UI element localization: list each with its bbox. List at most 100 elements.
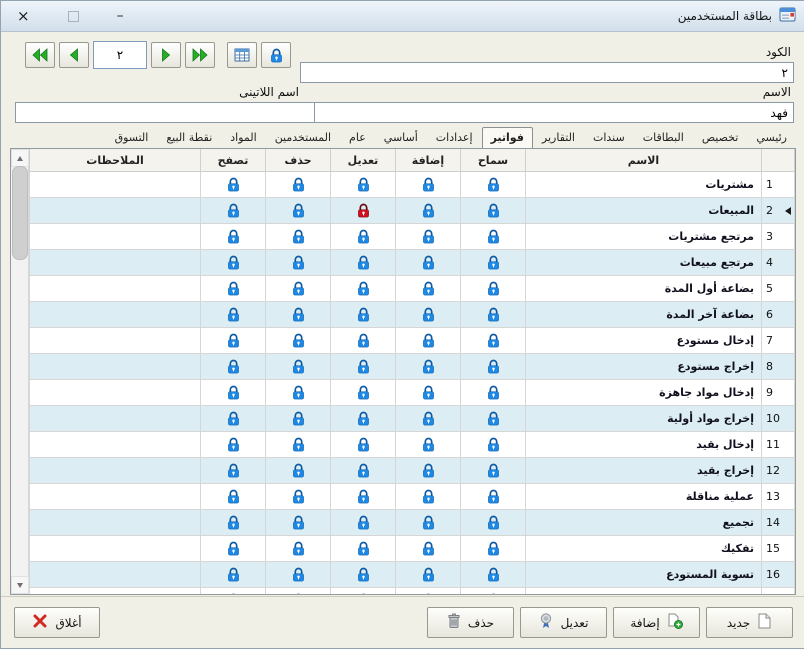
add-permission-cell[interactable]	[395, 223, 461, 250]
add-permission-cell[interactable]	[395, 535, 461, 562]
row-name-cell[interactable]: عملية مناقلة	[525, 483, 762, 510]
browse-permission-cell[interactable]	[200, 223, 266, 250]
delete-permission-cell[interactable]	[265, 353, 331, 380]
edit-permission-cell[interactable]	[330, 457, 396, 484]
delete-permission-cell[interactable]	[265, 171, 331, 198]
row-name-cell[interactable]: المبيعات	[525, 197, 762, 224]
edit-permission-cell[interactable]	[330, 405, 396, 432]
row-name-cell[interactable]: إدخال مواد جاهزة	[525, 379, 762, 406]
browse-permission-cell[interactable]	[200, 405, 266, 432]
table-row[interactable]: 6 بضاعة آخر المدة	[29, 301, 795, 328]
notes-cell[interactable]	[29, 561, 201, 588]
notes-cell[interactable]	[29, 197, 201, 224]
add-permission-cell[interactable]	[395, 483, 461, 510]
delete-permission-cell[interactable]	[265, 431, 331, 458]
add-permission-cell[interactable]	[395, 405, 461, 432]
tab-vouchers[interactable]: سندات	[584, 127, 634, 148]
minimize-window-button[interactable]: –	[117, 9, 124, 23]
notes-cell[interactable]	[29, 509, 201, 536]
edit-permission-cell[interactable]	[330, 431, 396, 458]
delete-permission-cell[interactable]	[265, 457, 331, 484]
browse-permission-cell[interactable]	[200, 171, 266, 198]
notes-cell[interactable]	[29, 587, 201, 594]
browse-permission-cell[interactable]	[200, 509, 266, 536]
edit-permission-cell[interactable]	[330, 171, 396, 198]
table-row[interactable]: 5 بضاعة أول المدة	[29, 275, 795, 302]
table-row[interactable]: 13 عملية مناقلة	[29, 483, 795, 510]
table-row[interactable]: 12 إخراج بقيد	[29, 457, 795, 484]
edit-permission-cell[interactable]	[330, 587, 396, 594]
table-row[interactable]: 2 المبيعات	[29, 197, 795, 224]
row-name-cell[interactable]: مشتريات	[525, 171, 762, 198]
row-number-cell[interactable]: 1	[761, 171, 795, 198]
add-permission-cell[interactable]	[395, 301, 461, 328]
notes-cell[interactable]	[29, 249, 201, 276]
edit-permission-cell[interactable]	[330, 301, 396, 328]
browse-permission-cell[interactable]	[200, 587, 266, 594]
delete-permission-cell[interactable]	[265, 275, 331, 302]
tab-reports[interactable]: التقارير	[533, 127, 584, 148]
delete-permission-cell[interactable]	[265, 483, 331, 510]
scroll-down-button[interactable]	[11, 576, 29, 594]
add-permission-cell[interactable]	[395, 431, 461, 458]
name-field[interactable]	[300, 102, 794, 123]
last-record-button[interactable]	[185, 42, 215, 68]
add-permission-cell[interactable]	[395, 587, 461, 594]
edit-permission-cell[interactable]	[330, 223, 396, 250]
browse-permission-cell[interactable]	[200, 457, 266, 484]
delete-permission-cell[interactable]	[265, 405, 331, 432]
row-name-cell[interactable]: إخراج بقيد	[525, 457, 762, 484]
edit-permission-cell[interactable]	[330, 249, 396, 276]
row-number-cell[interactable]: 13	[761, 483, 795, 510]
browse-permission-cell[interactable]	[200, 197, 266, 224]
edit-permission-cell[interactable]	[330, 509, 396, 536]
maximize-window-button[interactable]	[67, 10, 79, 22]
allow-permission-cell[interactable]	[460, 535, 526, 562]
browse-permission-cell[interactable]	[200, 353, 266, 380]
row-number-cell[interactable]: 2	[761, 197, 795, 224]
browse-permission-cell[interactable]	[200, 249, 266, 276]
notes-cell[interactable]	[29, 431, 201, 458]
allow-permission-cell[interactable]	[460, 275, 526, 302]
tab-main[interactable]: رئيسي	[747, 127, 796, 148]
row-number-cell[interactable]: 9	[761, 379, 795, 406]
tab-cards[interactable]: البطاقات	[634, 127, 693, 148]
table-row[interactable]: 16 تسوية المستودع	[29, 561, 795, 588]
row-number-cell[interactable]: 10	[761, 405, 795, 432]
add-permission-cell[interactable]	[395, 509, 461, 536]
add-permission-cell[interactable]	[395, 379, 461, 406]
allow-permission-cell[interactable]	[460, 405, 526, 432]
latin-name-field[interactable]	[15, 102, 315, 123]
row-number-cell[interactable]: 12	[761, 457, 795, 484]
browse-permission-cell[interactable]	[200, 301, 266, 328]
allow-permission-cell[interactable]	[460, 457, 526, 484]
allow-permission-cell[interactable]	[460, 561, 526, 588]
delete-permission-cell[interactable]	[265, 223, 331, 250]
edit-permission-cell[interactable]	[330, 275, 396, 302]
row-name-cell[interactable]: تجميع	[525, 509, 762, 536]
tab-settings[interactable]: إعدادات	[427, 127, 482, 148]
table-row[interactable]: 4 مرتجع مبيعات	[29, 249, 795, 276]
scrollbar-thumb[interactable]	[12, 166, 28, 260]
add-permission-cell[interactable]	[395, 249, 461, 276]
new-button[interactable]: جديد	[706, 607, 793, 638]
table-row[interactable]: 9 إدخال مواد جاهزة	[29, 379, 795, 406]
notes-cell[interactable]	[29, 483, 201, 510]
browse-permission-cell[interactable]	[200, 327, 266, 354]
allow-permission-cell[interactable]	[460, 353, 526, 380]
add-permission-cell[interactable]	[395, 457, 461, 484]
row-name-cell[interactable]: مرتجع مشتريات	[525, 223, 762, 250]
close-window-button[interactable]: ×	[17, 8, 30, 24]
add-permission-cell[interactable]	[395, 197, 461, 224]
notes-cell[interactable]	[29, 171, 201, 198]
notes-cell[interactable]	[29, 535, 201, 562]
table-row[interactable]: 17الجرد الدوري	[29, 587, 795, 594]
notes-cell[interactable]	[29, 223, 201, 250]
row-number-cell[interactable]: 14	[761, 509, 795, 536]
row-number-cell[interactable]: 11	[761, 431, 795, 458]
allow-permission-cell[interactable]	[460, 197, 526, 224]
tab-invoices[interactable]: فواتير	[481, 127, 533, 149]
row-number-cell[interactable]: 3	[761, 223, 795, 250]
tab-basic[interactable]: أساسي	[375, 127, 427, 148]
edit-permission-cell[interactable]	[330, 561, 396, 588]
